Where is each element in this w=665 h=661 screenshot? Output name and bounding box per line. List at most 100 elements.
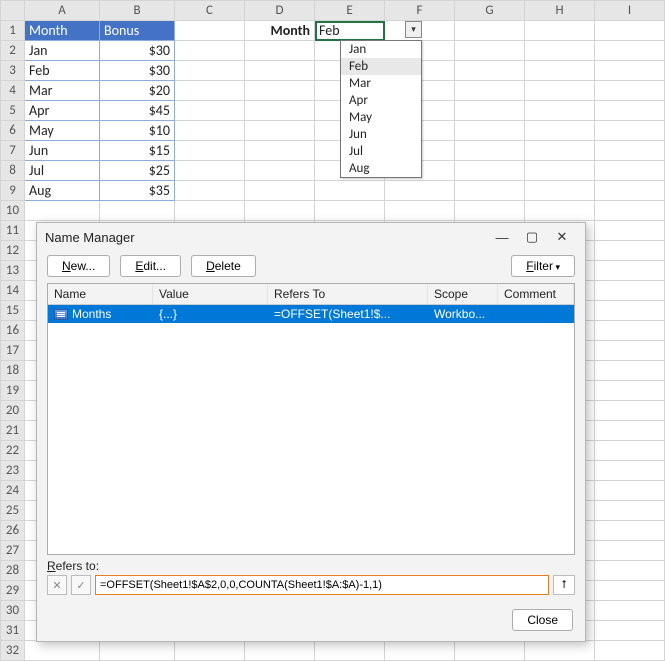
cell-D10[interactable] [245, 201, 315, 221]
cell-D9[interactable] [245, 181, 315, 201]
col-header-D[interactable]: D [245, 1, 315, 21]
row-header-29[interactable]: 29 [1, 581, 25, 601]
cell-H1[interactable] [525, 21, 595, 41]
cell-A2[interactable]: Jan [25, 41, 100, 61]
cell-I26[interactable] [595, 521, 665, 541]
cell-B2[interactable]: $30 [100, 41, 175, 61]
cell-B8[interactable]: $25 [100, 161, 175, 181]
cell-I31[interactable] [595, 621, 665, 641]
cell-D7[interactable] [245, 141, 315, 161]
cell-E32[interactable] [315, 641, 385, 661]
row-header-11[interactable]: 11 [1, 221, 25, 241]
col-header-scope[interactable]: Scope [428, 284, 498, 304]
cell-H3[interactable] [525, 61, 595, 81]
cell-G1[interactable] [455, 21, 525, 41]
dropdown-item[interactable]: May [341, 109, 421, 126]
row-header-20[interactable]: 20 [1, 401, 25, 421]
row-header-24[interactable]: 24 [1, 481, 25, 501]
col-header-comment[interactable]: Comment [498, 284, 574, 304]
cell-D8[interactable] [245, 161, 315, 181]
row-header-3[interactable]: 3 [1, 61, 25, 81]
dropdown-item[interactable]: Jan [341, 41, 421, 58]
cell-D1[interactable]: Month [245, 21, 315, 41]
cell-C4[interactable] [175, 81, 245, 101]
cell-A1[interactable]: Month [25, 21, 100, 41]
row-header-32[interactable]: 32 [1, 641, 25, 661]
cell-E9[interactable] [315, 181, 385, 201]
row-header-10[interactable]: 10 [1, 201, 25, 221]
cell-C10[interactable] [175, 201, 245, 221]
row-header-8[interactable]: 8 [1, 161, 25, 181]
maximize-button[interactable]: ▢ [517, 229, 547, 245]
row-header-7[interactable]: 7 [1, 141, 25, 161]
data-validation-dropdown-list[interactable]: JanFebMarAprMayJunJulAug [340, 40, 422, 178]
dropdown-item[interactable]: Aug [341, 160, 421, 177]
filter-button[interactable]: Filter [511, 255, 575, 277]
cell-I16[interactable] [595, 321, 665, 341]
cell-G32[interactable] [455, 641, 525, 661]
cell-A4[interactable]: Mar [25, 81, 100, 101]
cell-I15[interactable] [595, 301, 665, 321]
row-header-14[interactable]: 14 [1, 281, 25, 301]
cell-I18[interactable] [595, 361, 665, 381]
cell-G9[interactable] [455, 181, 525, 201]
row-header-17[interactable]: 17 [1, 341, 25, 361]
row-header-26[interactable]: 26 [1, 521, 25, 541]
cell-H2[interactable] [525, 41, 595, 61]
col-header-C[interactable]: C [175, 1, 245, 21]
cell-A5[interactable]: Apr [25, 101, 100, 121]
col-header-value[interactable]: Value [153, 284, 268, 304]
cell-F32[interactable] [385, 641, 455, 661]
cell-H9[interactable] [525, 181, 595, 201]
cell-I20[interactable] [595, 401, 665, 421]
row-header-9[interactable]: 9 [1, 181, 25, 201]
cell-I21[interactable] [595, 421, 665, 441]
new-button[interactable]: New... [47, 255, 110, 277]
cell-I32[interactable] [595, 641, 665, 661]
close-button[interactable]: Close [512, 609, 573, 631]
dropdown-item[interactable]: Feb [341, 58, 421, 75]
cell-H5[interactable] [525, 101, 595, 121]
row-header-23[interactable]: 23 [1, 461, 25, 481]
row-header-13[interactable]: 13 [1, 261, 25, 281]
cell-D6[interactable] [245, 121, 315, 141]
cell-C3[interactable] [175, 61, 245, 81]
col-header-G[interactable]: G [455, 1, 525, 21]
cell-D32[interactable] [245, 641, 315, 661]
row-header-22[interactable]: 22 [1, 441, 25, 461]
cell-D2[interactable] [245, 41, 315, 61]
name-row[interactable]: Months {...} =OFFSET(Sheet1!$... Workbo.… [48, 305, 574, 323]
cell-B10[interactable] [100, 201, 175, 221]
cell-I13[interactable] [595, 261, 665, 281]
cell-B6[interactable]: $10 [100, 121, 175, 141]
cell-C9[interactable] [175, 181, 245, 201]
cell-G5[interactable] [455, 101, 525, 121]
cell-A10[interactable] [25, 201, 100, 221]
cell-B7[interactable]: $15 [100, 141, 175, 161]
row-header-4[interactable]: 4 [1, 81, 25, 101]
row-header-6[interactable]: 6 [1, 121, 25, 141]
cell-H8[interactable] [525, 161, 595, 181]
cell-G3[interactable] [455, 61, 525, 81]
cell-C32[interactable] [175, 641, 245, 661]
delete-button[interactable]: Delete [191, 255, 256, 277]
cell-I7[interactable] [595, 141, 665, 161]
row-header-21[interactable]: 21 [1, 421, 25, 441]
cell-G2[interactable] [455, 41, 525, 61]
row-header-28[interactable]: 28 [1, 561, 25, 581]
cell-I3[interactable] [595, 61, 665, 81]
cell-G8[interactable] [455, 161, 525, 181]
cell-I10[interactable] [595, 201, 665, 221]
cell-D4[interactable] [245, 81, 315, 101]
dialog-titlebar[interactable]: Name Manager — ▢ ✕ [37, 223, 585, 249]
cell-B32[interactable] [100, 641, 175, 661]
cell-C2[interactable] [175, 41, 245, 61]
cell-I1[interactable] [595, 21, 665, 41]
cell-I23[interactable] [595, 461, 665, 481]
col-header-name[interactable]: Name [48, 284, 153, 304]
cell-G6[interactable] [455, 121, 525, 141]
cell-A8[interactable]: Jul [25, 161, 100, 181]
refers-cancel-button[interactable]: ✕ [47, 575, 67, 595]
row-header-25[interactable]: 25 [1, 501, 25, 521]
cell-I30[interactable] [595, 601, 665, 621]
